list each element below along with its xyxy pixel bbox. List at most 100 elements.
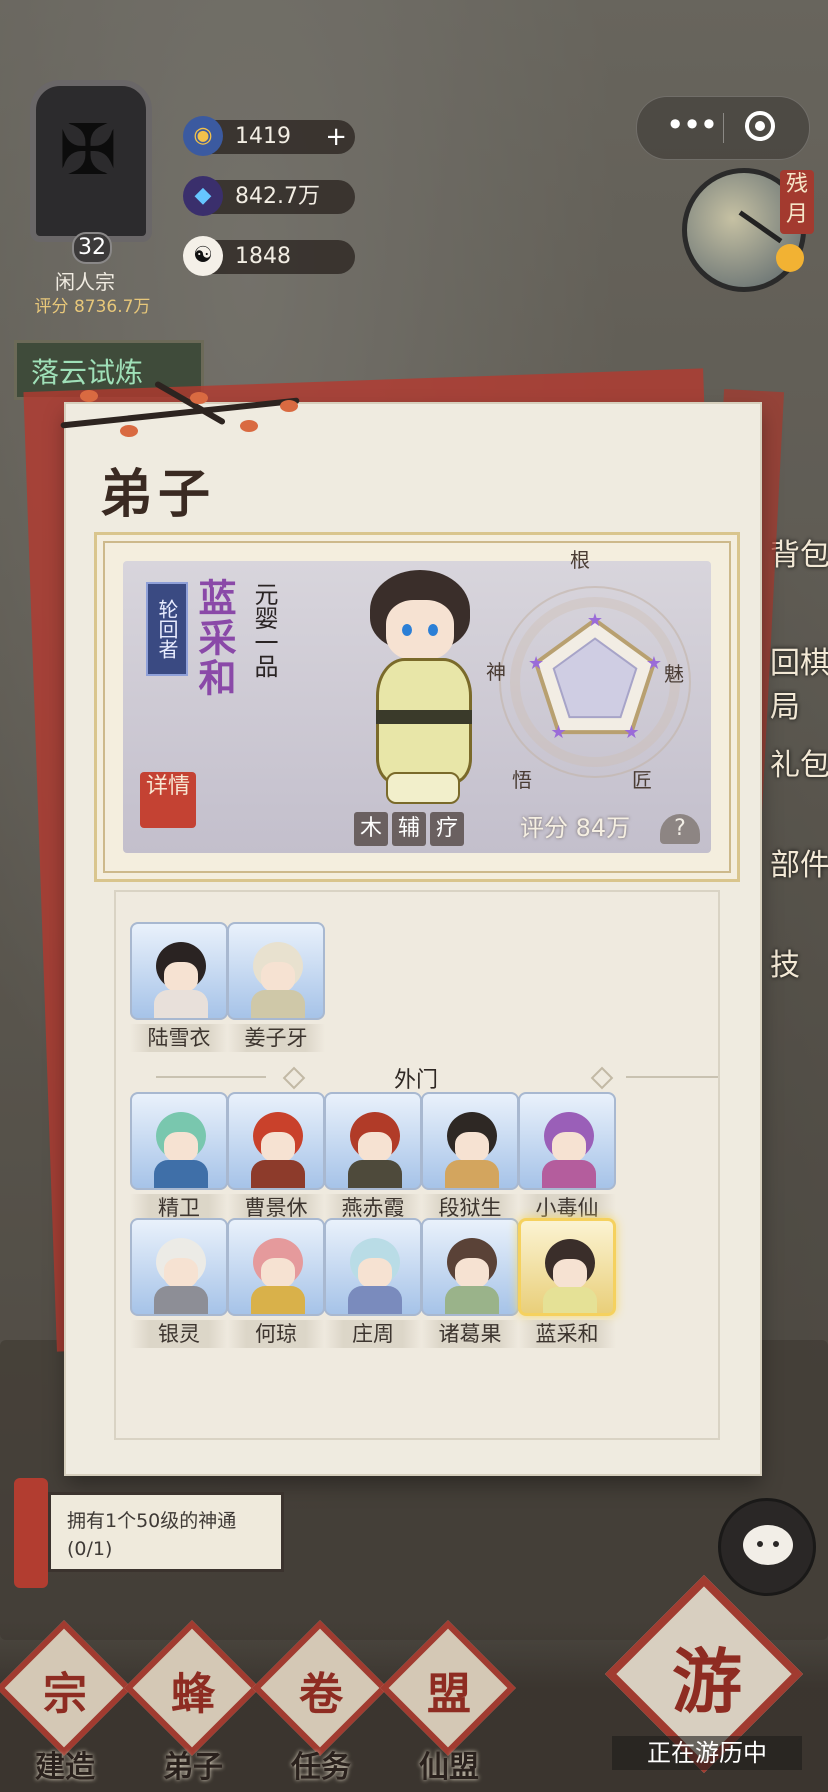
sect-level: 32 xyxy=(72,232,112,264)
role-tag: 辅 xyxy=(392,812,426,846)
disciple-portrait xyxy=(130,922,228,1020)
hero-realm: 元婴一品 xyxy=(250,582,278,678)
nav-label: 仙盟 xyxy=(419,1750,479,1785)
miniprogram-capsule: ••• xyxy=(636,96,810,160)
disciple-card[interactable]: 小毒仙 xyxy=(518,1092,616,1222)
yin-yang-icon: ☯ xyxy=(183,236,223,276)
chat-button[interactable] xyxy=(718,1498,816,1596)
capsule-divider xyxy=(723,113,724,143)
disciple-portrait xyxy=(227,1092,325,1190)
disciple-portrait xyxy=(130,1218,228,1316)
disciple-portrait xyxy=(518,1092,616,1190)
resource-gem[interactable]: ◉ 1419 + xyxy=(183,116,355,156)
resource-yinyang[interactable]: ☯ 1848 xyxy=(183,236,355,276)
disciple-card[interactable]: 曹景休 xyxy=(227,1092,325,1222)
nav-item[interactable]: 卷任务 xyxy=(252,1620,388,1786)
disciple-card[interactable]: 姜子牙 xyxy=(227,922,325,1052)
radar-label-insight: 悟 xyxy=(512,768,532,792)
disciple-name: 蓝采和 xyxy=(518,1320,616,1348)
sun-icon xyxy=(776,244,804,272)
nav-icon: 蜂 xyxy=(171,1669,215,1720)
sect-emblem-icon: ✠ xyxy=(58,109,118,191)
nav-icon: 卷 xyxy=(299,1669,343,1720)
nav-item[interactable]: 蜂弟子 xyxy=(124,1620,260,1786)
disciple-card[interactable]: 精卫 xyxy=(130,1092,228,1222)
resource-yinyang-value: 1848 xyxy=(235,244,291,269)
disciple-portrait xyxy=(421,1218,519,1316)
skill-tag: 疗 xyxy=(430,812,464,846)
disciple-card[interactable]: 段狱生 xyxy=(421,1092,519,1222)
quest-text: 拥有1个50级的神通(0/1) xyxy=(48,1492,284,1572)
hero-portrait[interactable] xyxy=(350,540,490,810)
quest-tracker[interactable]: 拥有1个50级的神通(0/1) xyxy=(14,1478,284,1588)
nav-icon: 宗 xyxy=(43,1669,87,1720)
travel-button[interactable]: 游 正在游历中 xyxy=(605,1575,803,1786)
hero-tags: 木辅疗 xyxy=(354,812,468,846)
radar-star-icon: ★ xyxy=(646,653,662,674)
radar-label-charm: 魅 xyxy=(664,662,684,686)
sect-name: 闲人宗 xyxy=(55,270,115,294)
disciple-list[interactable]: 陆雪衣 姜子牙 外门 精卫 曹景休 燕赤霞 段狱生 小毒仙银灵 何琼 庄周 诸葛果 蓝采和 xyxy=(114,890,720,1440)
radar-label-spirit: 神 xyxy=(486,660,506,684)
chat-bubble-icon xyxy=(743,1525,793,1565)
hero-score: 评分 84万 xyxy=(520,814,631,842)
radar-star-icon: ★ xyxy=(528,653,544,674)
branch-decoration xyxy=(40,370,310,460)
radar-label-root: 根 xyxy=(570,548,590,572)
right-menu-bag[interactable]: 背包 xyxy=(770,530,828,574)
radar-label-craft: 匠 xyxy=(632,768,652,792)
resource-crystal-value: 842.7万 xyxy=(235,184,320,209)
disciple-name: 庄周 xyxy=(324,1320,422,1348)
moon-phase-label: 残月 xyxy=(780,170,814,234)
resource-crystal[interactable]: ◆ 842.7万 xyxy=(183,176,355,216)
disciple-card[interactable]: 诸葛果 xyxy=(421,1218,519,1348)
hero-name: 蓝采和 xyxy=(192,578,237,698)
disciple-card[interactable]: 庄周 xyxy=(324,1218,422,1348)
resource-gem-value: 1419 xyxy=(235,124,291,149)
travel-status: 正在游历中 xyxy=(612,1736,802,1770)
right-menu-chess[interactable]: 回棋局 xyxy=(770,638,828,726)
more-icon[interactable]: ••• xyxy=(661,97,721,159)
nav-label: 任务 xyxy=(291,1750,351,1785)
disciple-name: 陆雪衣 xyxy=(130,1024,228,1052)
nav-item[interactable]: 盟仙盟 xyxy=(380,1620,516,1786)
disciple-card[interactable]: 蓝采和 xyxy=(518,1218,616,1348)
disciple-portrait xyxy=(518,1218,616,1316)
nav-label: 弟子 xyxy=(163,1750,223,1785)
disciple-portrait xyxy=(324,1092,422,1190)
travel-icon: 游 xyxy=(672,1641,742,1723)
add-icon[interactable]: + xyxy=(325,120,347,154)
nav-label: 建造 xyxy=(35,1750,95,1785)
disciple-card[interactable]: 银灵 xyxy=(130,1218,228,1348)
right-menu-gift[interactable]: 礼包 xyxy=(770,740,828,784)
outer-section-divider: 外门 xyxy=(156,1062,718,1093)
disciple-name: 姜子牙 xyxy=(227,1024,325,1052)
disciple-portrait xyxy=(421,1092,519,1190)
radar-star-icon: ★ xyxy=(587,610,603,631)
gem-coin-icon: ◉ xyxy=(183,116,223,156)
rank-tag: 轮回者 xyxy=(146,582,188,676)
panel-title: 弟子 xyxy=(100,464,217,525)
disciple-portrait xyxy=(227,922,325,1020)
disciple-card[interactable]: 燕赤霞 xyxy=(324,1092,422,1222)
disciple-portrait xyxy=(130,1092,228,1190)
disciple-portrait xyxy=(324,1218,422,1316)
disciple-name: 银灵 xyxy=(130,1320,228,1348)
nav-item[interactable]: 宗建造 xyxy=(0,1620,132,1786)
disciple-portrait xyxy=(227,1218,325,1316)
detail-button[interactable]: 详情 xyxy=(140,772,196,828)
radar-star-icon: ★ xyxy=(550,722,566,743)
sect-badge[interactable]: ✠ 32 闲人宗 评分 8736.7万 xyxy=(10,70,160,317)
disciple-card[interactable]: 陆雪衣 xyxy=(130,922,228,1052)
sect-score: 评分 8736.7万 xyxy=(34,297,151,317)
radar-star-icon: ★ xyxy=(623,722,639,743)
nav-icon: 盟 xyxy=(427,1669,471,1720)
close-target-icon[interactable] xyxy=(745,111,775,141)
element-tag: 木 xyxy=(354,812,388,846)
disciple-card[interactable]: 何琼 xyxy=(227,1218,325,1348)
scroll-icon xyxy=(14,1478,48,1588)
spirit-crystal-icon: ◆ xyxy=(183,176,223,216)
right-menu-parts[interactable]: 部件 xyxy=(770,840,828,884)
disciple-name: 何琼 xyxy=(227,1320,325,1348)
right-menu-skill[interactable]: 技 xyxy=(770,940,828,984)
